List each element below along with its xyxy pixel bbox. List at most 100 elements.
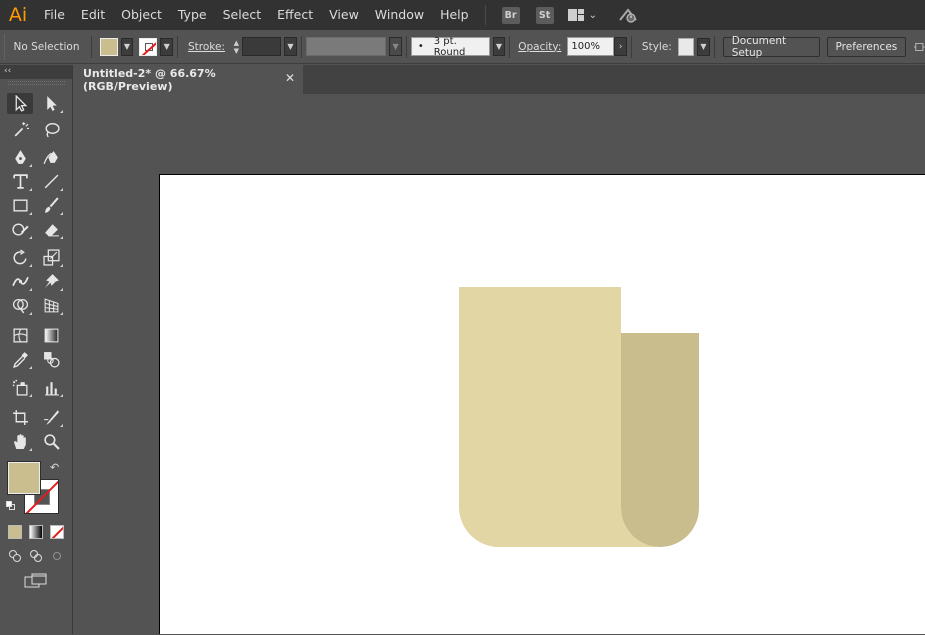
selection-tool[interactable] (7, 93, 33, 114)
change-screen-mode-icon[interactable] (24, 573, 48, 589)
lasso-tool[interactable] (38, 119, 64, 140)
gradient-tool[interactable] (38, 325, 64, 346)
zoom-tool[interactable] (38, 431, 64, 452)
draw-inside-icon[interactable] (50, 549, 64, 563)
brush-definition-field[interactable]: • 3 pt. Round (410, 36, 490, 58)
eraser-tool[interactable] (38, 219, 64, 240)
type-tool[interactable] (7, 171, 33, 192)
preferences-button[interactable]: Preferences (826, 36, 907, 57)
stroke-color-swatch[interactable] (139, 37, 158, 56)
variable-width-profile[interactable] (305, 37, 387, 56)
menu-view[interactable]: View (321, 0, 367, 30)
pin-transform-icon (44, 274, 59, 288)
shaper-tool[interactable] (7, 219, 33, 240)
document-tab[interactable]: Untitled-2* @ 66.67% (RGB/Preview) ✕ (74, 65, 303, 94)
menu-bar: Ai File Edit Object Type Select Effect V… (0, 0, 925, 30)
symbol-sprayer-tool[interactable] (7, 377, 33, 398)
menu-window[interactable]: Window (367, 0, 432, 30)
draw-normal-icon[interactable] (8, 549, 22, 563)
artwork-canvas (459, 287, 699, 547)
tools-panel-grip[interactable] (8, 81, 65, 85)
symbol-sprayer-icon (12, 379, 28, 396)
stroke-dropdown-button[interactable]: ▼ (160, 37, 174, 56)
selection-arrow-icon (15, 95, 27, 112)
menu-help[interactable]: Help (432, 0, 477, 30)
stroke-weight-input[interactable] (241, 37, 282, 56)
mesh-tool[interactable] (7, 325, 33, 346)
divider (713, 35, 715, 58)
default-fill-stroke-icon[interactable] (6, 501, 16, 511)
magic-wand-tool[interactable] (7, 119, 33, 140)
scale-tool[interactable] (38, 247, 64, 268)
paintbrush-tool[interactable] (38, 195, 64, 216)
variable-width-dropdown[interactable]: ▼ (389, 37, 402, 56)
brush-dropdown[interactable]: ▼ (492, 37, 506, 56)
menu-effect[interactable]: Effect (269, 0, 321, 30)
menu-file[interactable]: File (36, 0, 73, 30)
eyedropper-icon (12, 352, 28, 368)
opacity-label[interactable]: Opacity: (518, 41, 561, 53)
slice-tool[interactable] (38, 407, 64, 428)
free-transform-tool[interactable] (38, 271, 64, 292)
rotate-tool[interactable] (7, 247, 33, 268)
stroke-weight-stepper[interactable]: ▲ ▼ (231, 37, 242, 57)
lasso-icon (44, 122, 60, 138)
document-tab-bar: Untitled-2* @ 66.67% (RGB/Preview) ✕ (74, 65, 925, 94)
gpu-performance-icon[interactable] (617, 6, 639, 24)
stroke-label[interactable]: Stroke: (188, 41, 225, 53)
align-icon[interactable] (914, 41, 925, 53)
menu-select[interactable]: Select (215, 0, 270, 30)
hand-tool[interactable] (7, 431, 33, 452)
scale-icon (42, 249, 60, 266)
divider (177, 35, 178, 58)
artboard[interactable] (159, 174, 925, 634)
gradient-icon (44, 328, 58, 343)
menu-edit[interactable]: Edit (73, 0, 113, 30)
style-dropdown[interactable]: ▼ (697, 37, 710, 56)
draw-mode-row (8, 549, 64, 563)
perspective-grid-icon (44, 298, 58, 313)
curvature-tool[interactable] (38, 147, 64, 168)
rectangle-icon (12, 199, 28, 212)
magic-wand-icon (14, 122, 29, 137)
stock-button[interactable]: St (535, 6, 554, 24)
artboard-tool[interactable] (7, 407, 33, 428)
fill-color-box[interactable] (7, 461, 41, 495)
rotate-icon (12, 249, 27, 265)
shape-builder-tool[interactable] (7, 295, 33, 316)
rectangle-tool[interactable] (7, 195, 33, 216)
line-segment-tool[interactable] (38, 171, 64, 192)
graphic-style-swatch[interactable] (677, 37, 695, 56)
document-setup-button[interactable]: Document Setup (722, 35, 820, 59)
divider (405, 35, 407, 58)
close-tab-icon[interactable]: ✕ (285, 71, 295, 85)
tools-panel-header: ‹‹ (0, 65, 72, 79)
color-mode-button[interactable] (8, 525, 22, 539)
opacity-arrow-button[interactable]: › (614, 37, 628, 56)
workspace-switcher-icon[interactable]: ⌄ (567, 9, 597, 21)
draw-behind-icon[interactable] (29, 549, 43, 563)
shape-builder-icon (12, 299, 28, 314)
opacity-input[interactable]: 100% (567, 37, 615, 56)
stroke-weight-dropdown[interactable]: ▼ (284, 37, 297, 56)
menu-object[interactable]: Object (113, 0, 170, 30)
menu-type[interactable]: Type (170, 0, 215, 30)
width-tool[interactable] (7, 271, 33, 292)
blend-tool[interactable] (38, 349, 64, 370)
tools-panel: ‹‹ ↶ (0, 65, 73, 634)
collapse-icon[interactable]: ‹‹ (4, 65, 11, 77)
back-panel-shape[interactable] (621, 333, 699, 547)
panel-grip[interactable] (4, 34, 9, 59)
eyedropper-tool[interactable] (7, 349, 33, 370)
column-graph-tool[interactable] (38, 377, 64, 398)
perspective-grid-tool[interactable] (38, 295, 64, 316)
direct-selection-tool[interactable] (38, 93, 64, 114)
color-mode-row (8, 525, 64, 539)
pen-tool[interactable] (7, 147, 33, 168)
none-mode-button[interactable] (50, 525, 64, 539)
bridge-button[interactable]: Br (501, 6, 520, 24)
gradient-mode-button[interactable] (29, 525, 43, 539)
fill-dropdown-button[interactable]: ▼ (120, 37, 134, 56)
swap-fill-stroke-icon[interactable]: ↶ (50, 461, 59, 474)
fill-color-swatch[interactable] (99, 37, 118, 56)
